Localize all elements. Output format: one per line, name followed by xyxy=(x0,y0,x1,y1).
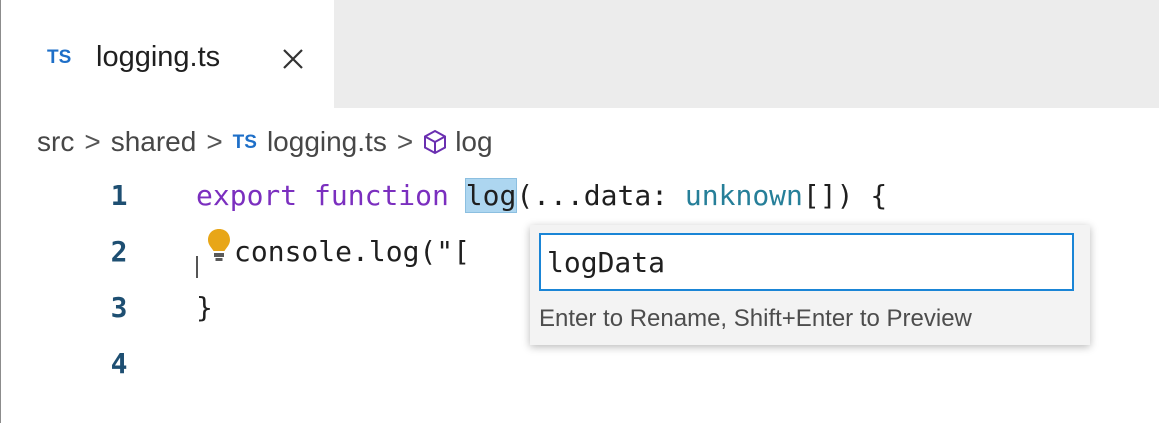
breadcrumb-item-file[interactable]: logging.ts xyxy=(267,126,387,158)
line-number: 2 xyxy=(110,235,128,268)
breadcrumb: src > shared > TS logging.ts > log xyxy=(37,122,493,162)
typescript-file-icon: TS xyxy=(232,131,257,153)
lightbulb-icon[interactable] xyxy=(206,227,232,263)
type-token: unknown xyxy=(684,179,803,212)
breadcrumb-separator: > xyxy=(206,126,223,157)
tab-title: logging.ts xyxy=(96,41,221,73)
code-text: } xyxy=(196,291,213,324)
breadcrumb-item-src[interactable]: src xyxy=(37,126,74,158)
keyword-token: function xyxy=(314,179,449,212)
line-number: 4 xyxy=(110,347,128,380)
tab-bar: TS logging.ts xyxy=(1,0,1159,108)
breadcrumb-separator: > xyxy=(396,126,414,157)
text-cursor xyxy=(196,256,198,278)
code-line: export function log(...data: unknown[]) … xyxy=(196,168,887,224)
rename-input[interactable] xyxy=(539,233,1074,291)
breadcrumb-item-shared[interactable]: shared xyxy=(111,126,197,158)
tab-logging-ts[interactable]: TS logging.ts xyxy=(1,0,334,108)
params-end-token: []) { xyxy=(802,179,888,212)
line-number: 3 xyxy=(110,291,128,324)
params-token: (...data: xyxy=(516,179,685,212)
code-text: console.log("[ xyxy=(234,235,471,268)
rename-widget: Enter to Rename, Shift+Enter to Preview xyxy=(530,225,1090,345)
rename-hint: Enter to Rename, Shift+Enter to Preview xyxy=(539,305,972,332)
typescript-file-icon: TS xyxy=(47,47,72,68)
function-name-token: log xyxy=(464,178,518,213)
code-line: } xyxy=(196,280,213,336)
breadcrumb-item-symbol[interactable]: log xyxy=(455,126,492,158)
line-number: 1 xyxy=(110,179,128,212)
code-line: console.log("[ xyxy=(234,224,470,280)
symbol-method-icon xyxy=(423,129,447,155)
keyword-token: export xyxy=(196,179,298,212)
close-icon[interactable] xyxy=(278,44,308,74)
breadcrumb-separator: > xyxy=(84,126,101,157)
